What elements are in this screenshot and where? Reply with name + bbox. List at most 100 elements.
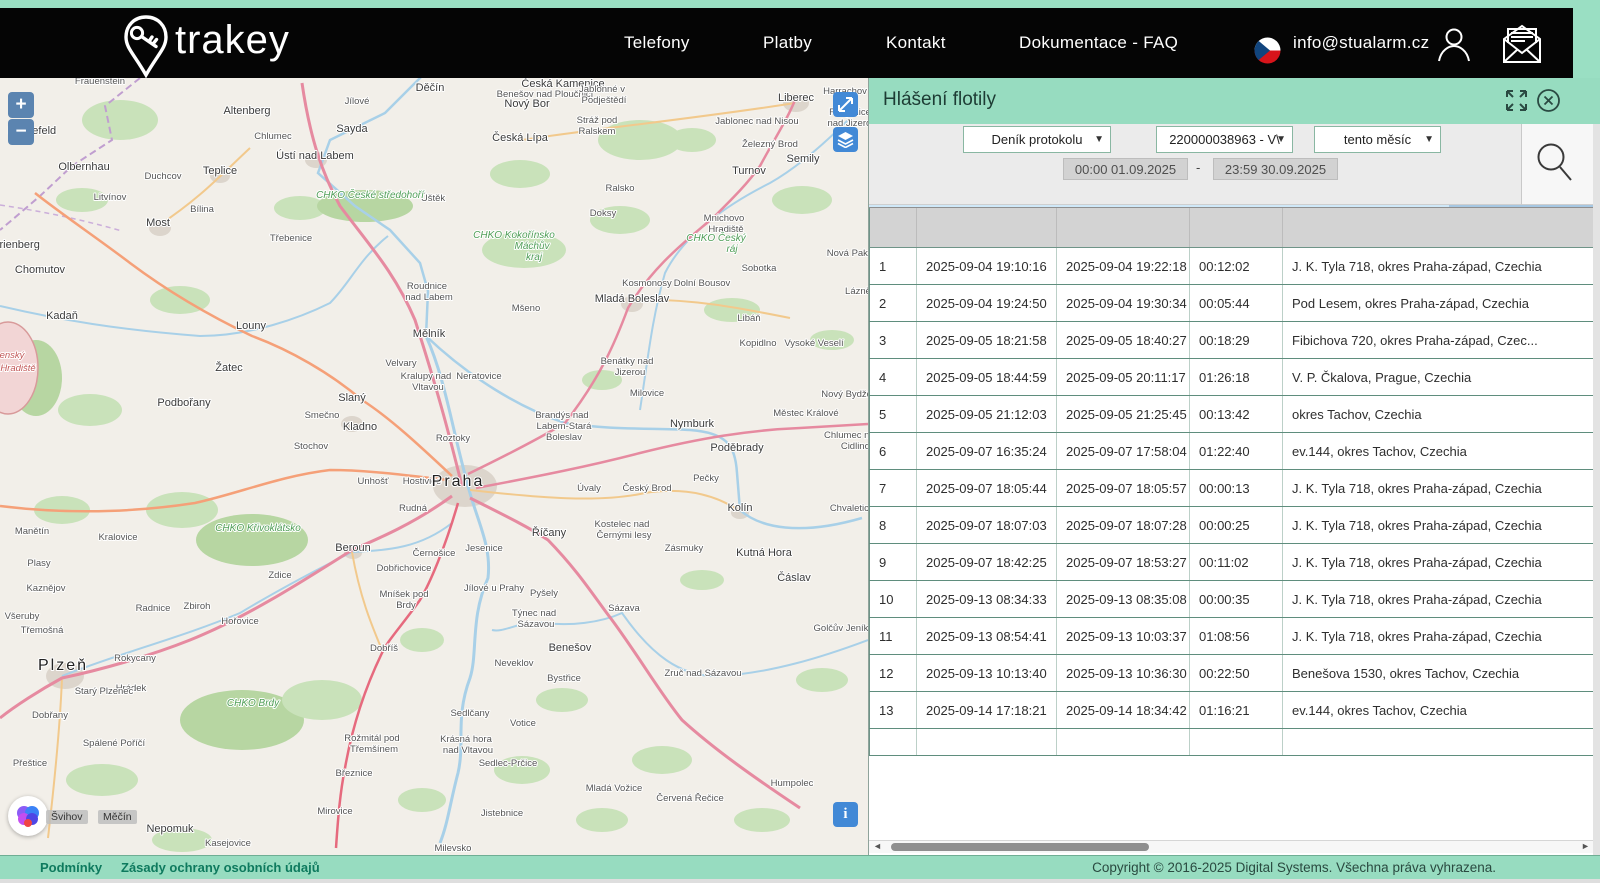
map-canvas[interactable]: FrauensteinAltenbergSaydaLengefeldOlbern… (0, 78, 868, 855)
nav-item-kontakt[interactable]: Kontakt (886, 8, 946, 78)
map-label: Turnov (732, 165, 766, 177)
table-cell: 2025-09-05 18:40:27 (1057, 322, 1190, 359)
account-icon[interactable] (1437, 26, 1471, 67)
zoom-in-button[interactable]: + (8, 92, 34, 118)
zoom-out-button[interactable]: − (8, 119, 34, 145)
table-cell: 2025-09-13 08:35:08 (1057, 581, 1190, 618)
scroll-right-arrow[interactable]: ► (1581, 841, 1590, 851)
scroll-left-arrow[interactable]: ◄ (873, 841, 882, 851)
horizontal-scrollbar[interactable]: ◄ ► (869, 840, 1593, 853)
table-cell: 00:00:13 (1190, 470, 1283, 507)
footer-link-zasady[interactable]: Zásady ochrany osobních údajů (121, 856, 320, 880)
table-cell: 12 (870, 655, 917, 692)
map-label: Sedlčany (450, 708, 489, 719)
map-label: Sobotka (742, 263, 778, 274)
table-cell (917, 729, 1057, 756)
footer-link-podminky[interactable]: Podmínky (40, 856, 102, 880)
table-cell: 2025-09-14 18:34:42 (1057, 692, 1190, 729)
date-to-button[interactable]: 23:59 30.09.2025 (1213, 158, 1338, 180)
table-row[interactable]: 62025-09-07 16:35:242025-09-07 17:58:040… (870, 433, 1594, 470)
horizontal-scroll-thumb[interactable] (891, 843, 1149, 851)
brand-name[interactable]: trakey (175, 18, 290, 63)
table-row[interactable]: 132025-09-14 17:18:212025-09-14 18:34:42… (870, 692, 1594, 729)
map-label: Beroun (335, 542, 370, 554)
table-cell: 2025-09-04 19:24:50 (917, 285, 1057, 322)
table-row[interactable]: 72025-09-07 18:05:442025-09-07 18:05:570… (870, 470, 1594, 507)
map-label: Mělník (413, 328, 446, 340)
table-row[interactable]: 52025-09-05 21:12:032025-09-05 21:25:450… (870, 396, 1594, 433)
brand-pin-icon[interactable] (122, 14, 170, 85)
table-cell: V. P. Čkalova, Prague, Czechia (1283, 359, 1594, 396)
map-label: Vltavou (412, 382, 444, 393)
table-cell: 2025-09-14 17:18:21 (917, 692, 1057, 729)
map-label: Marienberg (0, 239, 40, 251)
table-row[interactable]: 102025-09-13 08:34:332025-09-13 08:35:08… (870, 581, 1594, 618)
map-label: Teplice (203, 165, 237, 177)
table-row[interactable]: 22025-09-04 19:24:502025-09-04 19:30:340… (870, 285, 1594, 322)
vehicle-value: 220000038963 - V\ (1169, 132, 1280, 147)
table-cell: 2025-09-07 18:53:27 (1057, 544, 1190, 581)
nav-item-dokumentace-faq[interactable]: Dokumentace - FAQ (1019, 8, 1178, 78)
nav-item-telefony[interactable]: Telefony (624, 8, 690, 78)
report-type-select[interactable]: Deník protokolu ▼ (963, 126, 1111, 153)
map-label: CHKO Křivoklátsko (215, 523, 301, 534)
table-row[interactable]: 32025-09-05 18:21:582025-09-05 18:40:270… (870, 322, 1594, 359)
map-label: Plzeň (38, 657, 88, 674)
contact-email[interactable]: info@stualarm.cz (1293, 8, 1429, 78)
trips-table-wrap: 12025-09-04 19:10:162025-09-04 19:22:180… (869, 207, 1593, 838)
table-cell: 9 (870, 544, 917, 581)
map-label: Mnichovo (704, 213, 745, 224)
close-panel-icon[interactable] (1536, 88, 1561, 118)
map-label: Vysoké Veselí (784, 338, 844, 349)
map-label: Třemšínem (350, 744, 398, 755)
map-label: Dobřichovice (377, 563, 432, 574)
vehicle-select[interactable]: 220000038963 - V\ ▼ (1156, 126, 1293, 153)
table-row[interactable]: 112025-09-13 08:54:412025-09-13 10:03:37… (870, 618, 1594, 655)
map-label: Podbořany (157, 397, 211, 409)
map-label: Třemošná (21, 625, 64, 636)
map-label: Černými lesy (597, 530, 652, 541)
fullscreen-map-button[interactable] (833, 92, 858, 117)
map-label: Zdice (268, 570, 291, 581)
table-cell: 10 (870, 581, 917, 618)
map-label: Kaznějov (26, 583, 65, 594)
map-label: Ústí nad Labem (276, 149, 354, 162)
date-from-button[interactable]: 00:00 01.09.2025 (1063, 158, 1188, 180)
table-cell: 2025-09-07 18:05:44 (917, 470, 1057, 507)
table-cell: 2025-09-07 18:42:25 (917, 544, 1057, 581)
expand-panel-icon[interactable] (1505, 89, 1528, 117)
layers-button[interactable] (833, 127, 858, 152)
table-cell: 4 (870, 359, 917, 396)
nav-item-platby[interactable]: Platby (763, 8, 812, 78)
map-label: Cidlinou (841, 441, 868, 452)
map-label: Říčany (532, 526, 567, 539)
table-row[interactable]: 12025-09-04 19:10:162025-09-04 19:22:180… (870, 248, 1594, 285)
extension-badge[interactable] (8, 796, 48, 836)
map-label: Votice (510, 718, 536, 729)
search-zone[interactable] (1521, 124, 1593, 205)
table-cell: 2025-09-07 18:07:03 (917, 507, 1057, 544)
map-label: Nový Bor (504, 98, 550, 110)
map-label: Mladá Vožice (586, 783, 643, 794)
table-cell: Pod Lesem, okres Praha-západ, Czechia (1283, 285, 1594, 322)
czech-flag-icon[interactable] (1254, 37, 1281, 69)
attribution-info-button[interactable]: i (833, 802, 858, 827)
map-label: Zbiroh (184, 601, 211, 612)
search-icon[interactable] (1534, 141, 1576, 187)
map-label: Plasy (27, 558, 50, 569)
table-cell: 2025-09-13 08:34:33 (917, 581, 1057, 618)
table-row[interactable]: 92025-09-07 18:42:252025-09-07 18:53:270… (870, 544, 1594, 581)
panel-vertical-scrollbar[interactable] (1593, 124, 1600, 855)
table-cell: 3 (870, 322, 917, 359)
map-highlight-chip: Švihov (46, 810, 88, 824)
mail-icon[interactable] (1500, 23, 1544, 70)
table-row[interactable]: 122025-09-13 10:13:402025-09-13 10:36:30… (870, 655, 1594, 692)
period-select[interactable]: tento měsíc ▼ (1314, 126, 1441, 153)
map-label: CHKO Brdy (227, 698, 280, 709)
table-cell (870, 729, 917, 756)
table-row[interactable]: 82025-09-07 18:07:032025-09-07 18:07:280… (870, 507, 1594, 544)
table-cell: 00:12:02 (1190, 248, 1283, 285)
map-label: Stráž pod (577, 115, 618, 126)
table-row[interactable]: 42025-09-05 18:44:592025-09-05 20:11:170… (870, 359, 1594, 396)
map-label: Železný Brod (742, 139, 798, 150)
